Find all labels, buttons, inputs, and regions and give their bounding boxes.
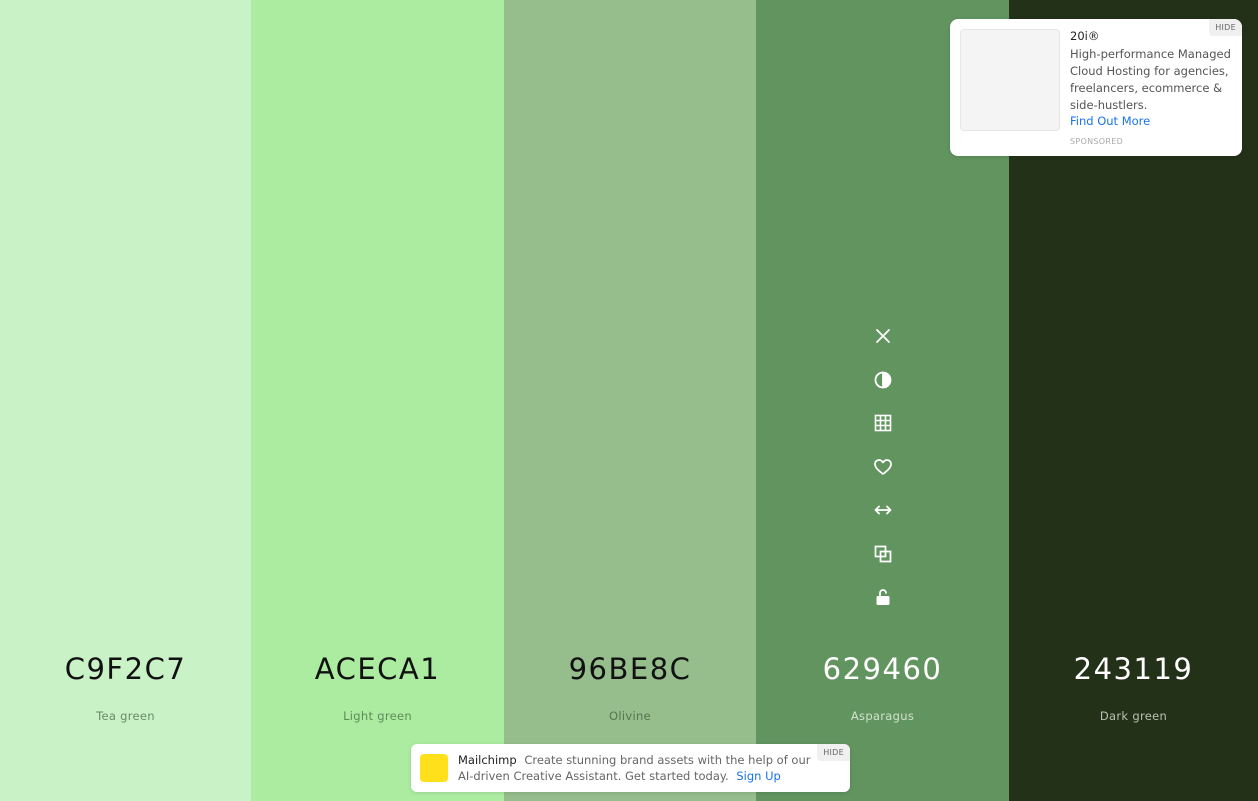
swatch-hex-code[interactable]: C9F2C7 [0,652,251,686]
copy-hex-button[interactable] [867,538,899,570]
ad-description[interactable]: High-performance Managed Cloud Hosting f… [1070,46,1236,114]
grid-icon [874,414,892,432]
ad-cta-link[interactable]: Find Out More [1070,114,1150,128]
copy-icon [874,545,892,562]
close-icon [876,329,890,343]
ad-image[interactable] [960,29,1060,131]
ad-text: Mailchimp Create stunning brand assets w… [458,752,818,784]
ad-brand[interactable]: 20i® [1070,29,1099,43]
swatch-color-name[interactable]: Light green [251,709,504,723]
ad-brand[interactable]: Mailchimp [458,753,517,767]
lock-open-icon [876,589,890,605]
ad-cta-link[interactable]: Sign Up [736,769,780,783]
swatch-hex-code[interactable]: ACECA1 [251,652,504,686]
heart-icon [874,458,892,475]
swatch-hex-code[interactable]: 243119 [1009,652,1258,686]
swatch-hex-code[interactable]: 629460 [756,652,1009,686]
swatch-olivine[interactable]: 96BE8C Olivine [504,0,756,801]
hide-ad-button[interactable]: HIDE [817,744,850,761]
bottom-ad-banner[interactable]: Mailchimp Create stunning brand assets w… [411,744,850,792]
swatch-light-green[interactable]: ACECA1 Light green [251,0,504,801]
swatch-color-name[interactable]: Dark green [1009,709,1258,723]
swatch-hex-code[interactable]: 96BE8C [504,652,756,686]
swatch-tea-green[interactable]: C9F2C7 Tea green [0,0,251,801]
view-shades-button[interactable] [867,364,899,396]
remove-color-button[interactable] [867,320,899,352]
arrows-horizontal-icon [874,505,892,515]
contrast-icon [874,371,892,388]
view-grid-button[interactable] [867,407,899,439]
swatch-color-name[interactable]: Tea green [0,709,251,723]
hide-ad-button[interactable]: HIDE [1209,19,1242,36]
drag-color-button[interactable] [867,494,899,526]
lock-color-button[interactable] [867,581,899,613]
mailchimp-logo [420,754,448,782]
swatch-color-name[interactable]: Asparagus [756,709,1009,723]
sponsored-label: SPONSORED [1070,137,1124,146]
swatch-toolbar [867,320,899,625]
swatch-color-name[interactable]: Olivine [504,709,756,723]
save-color-button[interactable] [867,451,899,483]
sponsored-ad-card[interactable]: 20i® High-performance Managed Cloud Host… [950,19,1242,156]
